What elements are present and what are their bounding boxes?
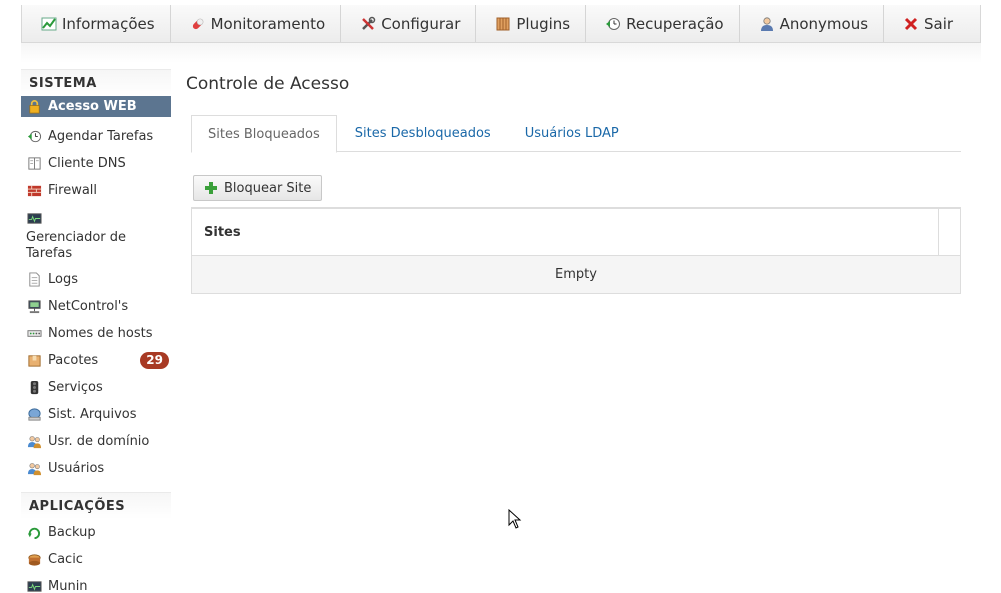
top-navigation: Informações Monitoramento Configurar Plu…	[21, 5, 981, 43]
tab-bar: Sites Bloqueados Sites Desbloqueados Usu…	[191, 115, 961, 153]
nav-informacoes[interactable]: Informações	[22, 5, 171, 42]
sidebar-item-netcontrols[interactable]: NetControl's	[21, 293, 171, 320]
firewall-icon	[26, 183, 42, 199]
nav-label: Plugins	[516, 14, 571, 33]
tools-icon	[360, 16, 376, 32]
nav-recuperacao[interactable]: Recuperação	[586, 5, 740, 42]
sidebar-item-label: Sist. Arquivos	[48, 407, 137, 422]
nav-anonymous[interactable]: Anonymous	[740, 5, 885, 42]
lock-icon	[26, 99, 42, 115]
sidebar-item-pacotes[interactable]: Pacotes 29	[21, 347, 171, 374]
sidebar-item-agendar-tarefas[interactable]: Agendar Tarefas	[21, 123, 171, 150]
sidebar-item-label: Munin	[48, 579, 88, 593]
document-icon	[26, 272, 42, 288]
sidebar-item-label: Backup	[48, 525, 96, 540]
restore-icon	[605, 16, 621, 32]
mouse-cursor-icon	[508, 509, 522, 529]
users-icon	[26, 461, 42, 477]
sidebar-item-label: Nomes de hosts	[48, 326, 153, 341]
tab-sites-bloqueados[interactable]: Sites Bloqueados	[191, 115, 337, 153]
nav-configurar[interactable]: Configurar	[341, 5, 477, 42]
nav-label: Sair	[924, 14, 954, 33]
sidebar-item-label: Gerenciador de Tarefas	[26, 230, 127, 261]
sidebar-item-label: Serviços	[48, 380, 103, 395]
user-icon	[759, 16, 775, 32]
hosts-icon	[26, 326, 42, 342]
traffic-light-icon	[26, 380, 42, 396]
add-icon	[205, 182, 217, 194]
nav-label: Anonymous	[779, 14, 869, 33]
package-icon	[26, 353, 42, 369]
cacic-icon	[26, 552, 42, 568]
nav-label: Configurar	[381, 14, 461, 33]
sidebar-item-label: Logs	[48, 272, 78, 287]
nav-monitoramento[interactable]: Monitoramento	[171, 5, 342, 42]
sidebar-item-label: Acesso WEB	[48, 99, 137, 114]
nav-sair[interactable]: Sair	[884, 5, 968, 42]
sidebar-item-label: Cliente DNS	[48, 156, 126, 171]
sidebar-item-firewall[interactable]: Firewall	[21, 177, 171, 204]
sites-grid: Sites Empty	[191, 207, 961, 294]
close-icon	[903, 16, 919, 32]
book-icon	[26, 156, 42, 172]
sidebar-item-sist-arquivos[interactable]: Sist. Arquivos	[21, 401, 171, 428]
sidebar-item-label: Usuários	[48, 461, 105, 476]
backup-icon	[26, 525, 42, 541]
sidebar-item-gerenciador-de-tarefas[interactable]: Gerenciador de Tarefas	[21, 204, 171, 266]
sidebar-header-aplicacoes: APLICAÇÕES	[21, 492, 171, 519]
sidebar-item-backup[interactable]: Backup	[21, 519, 171, 546]
pacotes-count-badge: 29	[140, 352, 169, 369]
schedule-icon	[26, 129, 42, 145]
sidebar-item-label: Agendar Tarefas	[48, 129, 154, 144]
network-icon	[26, 299, 42, 315]
grid-header: Sites	[192, 209, 960, 256]
monitor-icon	[26, 210, 42, 226]
sidebar-item-usuarios[interactable]: Usuários	[21, 455, 171, 482]
monitor-icon	[26, 579, 42, 593]
sidebar-item-label: Pacotes	[48, 353, 99, 368]
sidebar-item-cacic[interactable]: Cacic	[21, 546, 171, 573]
sidebar-header-sistema: SISTEMA	[21, 69, 171, 96]
column-header-sites[interactable]: Sites	[192, 209, 938, 255]
sidebar-item-acesso-web[interactable]: Acesso WEB	[21, 96, 171, 117]
sidebar-item-servicos[interactable]: Serviços	[21, 374, 171, 401]
sidebar-item-munin[interactable]: Munin	[21, 573, 171, 593]
page-title: Controle de Acesso	[186, 74, 350, 94]
disk-icon	[26, 407, 42, 423]
tab-usuarios-ldap[interactable]: Usuários LDAP	[509, 115, 635, 152]
nav-label: Informações	[62, 14, 155, 33]
chart-icon	[41, 16, 57, 32]
sidebar-item-cliente-dns[interactable]: Cliente DNS	[21, 150, 171, 177]
tab-sites-desbloqueados[interactable]: Sites Desbloqueados	[339, 115, 507, 152]
sidebar-item-label: Cacic	[48, 552, 83, 567]
nav-plugins[interactable]: Plugins	[476, 5, 587, 42]
sidebar: SISTEMA Acesso WEB Agendar Tarefas Clien…	[21, 69, 171, 593]
bloquear-site-button[interactable]: Bloquear Site	[193, 175, 323, 201]
sidebar-item-label: Firewall	[48, 183, 98, 198]
pill-icon	[190, 16, 206, 32]
grid-header-spacer	[938, 209, 960, 255]
sidebar-item-logs[interactable]: Logs	[21, 266, 171, 293]
nav-label: Recuperação	[626, 14, 724, 33]
sidebar-item-label: Usr. de domínio	[48, 434, 150, 449]
sidebar-item-nomes-de-hosts[interactable]: Nomes de hosts	[21, 320, 171, 347]
grid-empty-message: Empty	[192, 256, 960, 293]
nav-label: Monitoramento	[210, 14, 326, 33]
topnav-shadow	[21, 43, 981, 63]
plugin-box-icon	[495, 16, 511, 32]
sidebar-item-label: NetControl's	[48, 299, 129, 314]
button-label: Bloquear Site	[224, 180, 312, 196]
sidebar-item-usr-de-dominio[interactable]: Usr. de domínio	[21, 428, 171, 455]
users-icon	[26, 434, 42, 450]
